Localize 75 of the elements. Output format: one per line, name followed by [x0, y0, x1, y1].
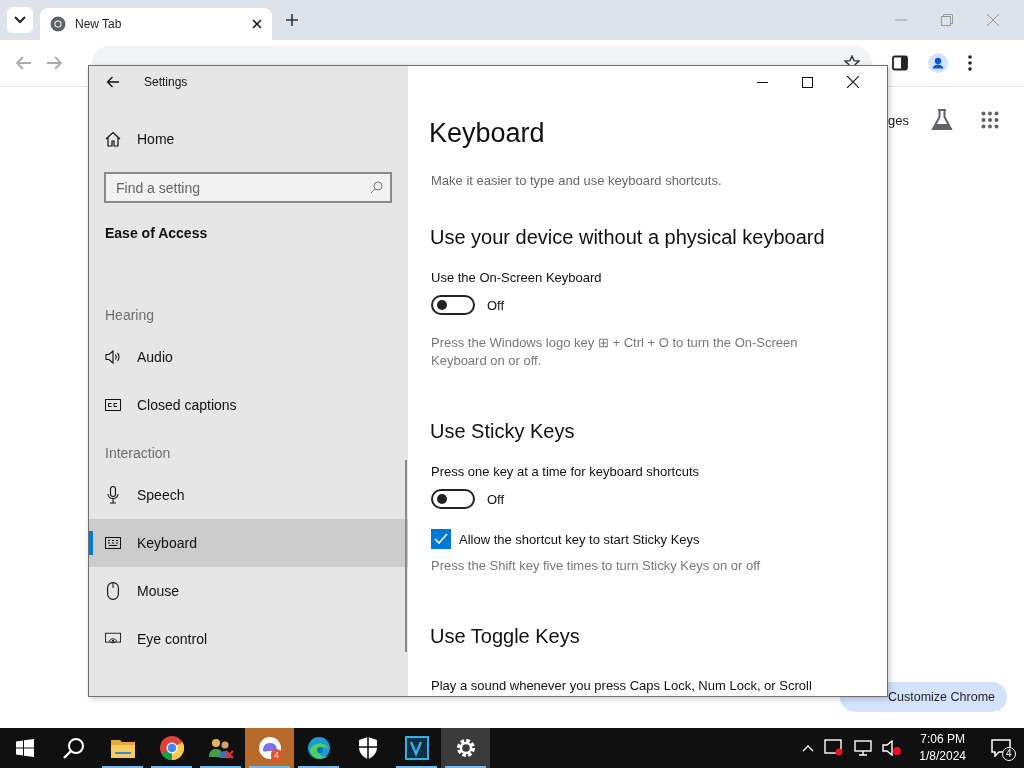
browser-tab[interactable]: New Tab: [40, 8, 272, 40]
monitor-icon[interactable]: [854, 740, 873, 756]
sidebar-item[interactable]: Closed captions: [89, 381, 408, 429]
profile-icon[interactable]: [928, 53, 948, 73]
section-heading: Use your device without a physical keyboard: [430, 226, 826, 249]
sidebar-item[interactable]: Keyboard: [89, 519, 408, 567]
taskbar-button[interactable]: [441, 728, 490, 768]
notifications-icon[interactable]: [991, 739, 1011, 757]
notification-badge: 4: [271, 749, 282, 762]
close-icon[interactable]: [252, 19, 262, 29]
microphone-icon: [105, 486, 121, 504]
hint-text: Press the Shift key five times to turn Sticky Keys on or off: [431, 557, 762, 575]
toggle-switch[interactable]: [431, 489, 475, 509]
setting-label: Press one key at a time for keyboard shortcuts: [431, 464, 701, 479]
sidebar-item[interactable]: Eye control: [89, 615, 408, 663]
folder-icon: [110, 738, 135, 758]
sidebar-item[interactable]: Mouse: [89, 567, 408, 615]
eye-icon: [105, 632, 121, 646]
network-warning-icon[interactable]: [824, 739, 845, 757]
clock-time: 7:06 PM: [920, 731, 965, 748]
hint-text: Press the Windows logo key ⊞ + Ctrl + O to turn the On-Screen Keyboard on or off.: [431, 334, 799, 370]
home-icon: [105, 131, 121, 147]
group-heading: Interaction: [104, 445, 172, 461]
page-title: Keyboard: [429, 118, 546, 149]
home-nav-item[interactable]: Home: [89, 115, 408, 163]
captions-icon: [105, 399, 121, 411]
caret-icon: [14, 16, 26, 24]
shield-icon: [357, 737, 378, 759]
search-icon: [62, 737, 85, 759]
page-description: Make it easier to type and use keyboard shortcuts.: [431, 173, 723, 188]
checkbox[interactable]: [431, 529, 451, 549]
flask-icon[interactable]: [931, 108, 953, 132]
taskbar-button[interactable]: 4: [245, 728, 294, 768]
clock[interactable]: 7:06 PM 1/8/2024: [907, 728, 978, 768]
speaker-muted-icon[interactable]: [882, 740, 903, 756]
toggle-switch[interactable]: [431, 295, 475, 315]
checkbox-label: Allow the shortcut key to start Sticky Keys: [459, 531, 700, 547]
tab-title: New Tab: [75, 17, 123, 31]
search-icon: [370, 181, 383, 194]
setting-label: Play a sound whenever you press Caps Lock, Num Lock, or Scroll: [431, 678, 813, 693]
chrome-icon: [159, 736, 184, 760]
people-icon: [207, 737, 234, 759]
keyboard-icon: [105, 537, 121, 549]
setting-label: Use the On-Screen Keyboard: [431, 270, 603, 285]
clock-date: 1/8/2024: [919, 748, 966, 765]
close-icon[interactable]: [847, 76, 859, 88]
apps-grid-icon[interactable]: [981, 111, 999, 129]
speaker-icon: [105, 350, 121, 364]
start-icon: [15, 739, 34, 757]
window-title: Settings: [144, 75, 188, 89]
back-icon[interactable]: [106, 76, 120, 88]
maximize-icon[interactable]: [802, 76, 813, 88]
sidebar-item[interactable]: Audio: [89, 333, 408, 381]
toggle-state: Off: [487, 297, 505, 313]
search-field[interactable]: Find a setting: [104, 172, 392, 203]
mouse-icon: [105, 582, 121, 600]
checkbox-option[interactable]: Allow the shortcut key to start Sticky Keys: [431, 529, 887, 549]
settings-icon: [454, 737, 477, 759]
side-panel-icon[interactable]: [892, 55, 908, 71]
sidebar-item[interactable]: Speech: [89, 471, 408, 519]
chrome-icon: [50, 16, 66, 32]
tab-list-button[interactable]: [7, 7, 33, 33]
new-tab-icon[interactable]: [286, 14, 298, 26]
chevron-up-icon[interactable]: [802, 744, 815, 752]
edge-icon: [306, 736, 331, 760]
v-app-icon: [404, 736, 429, 760]
menu-icon[interactable]: [968, 55, 972, 71]
category-heading: Ease of Access: [104, 225, 209, 241]
section-heading: Use Toggle Keys: [430, 625, 581, 648]
toggle-state: Off: [487, 491, 505, 507]
section-heading: Use Sticky Keys: [430, 420, 576, 443]
notification-count: 4: [1002, 747, 1016, 761]
group-heading: Hearing: [104, 307, 156, 323]
images-link[interactable]: ges: [888, 112, 909, 128]
minimize-icon[interactable]: [757, 81, 768, 83]
